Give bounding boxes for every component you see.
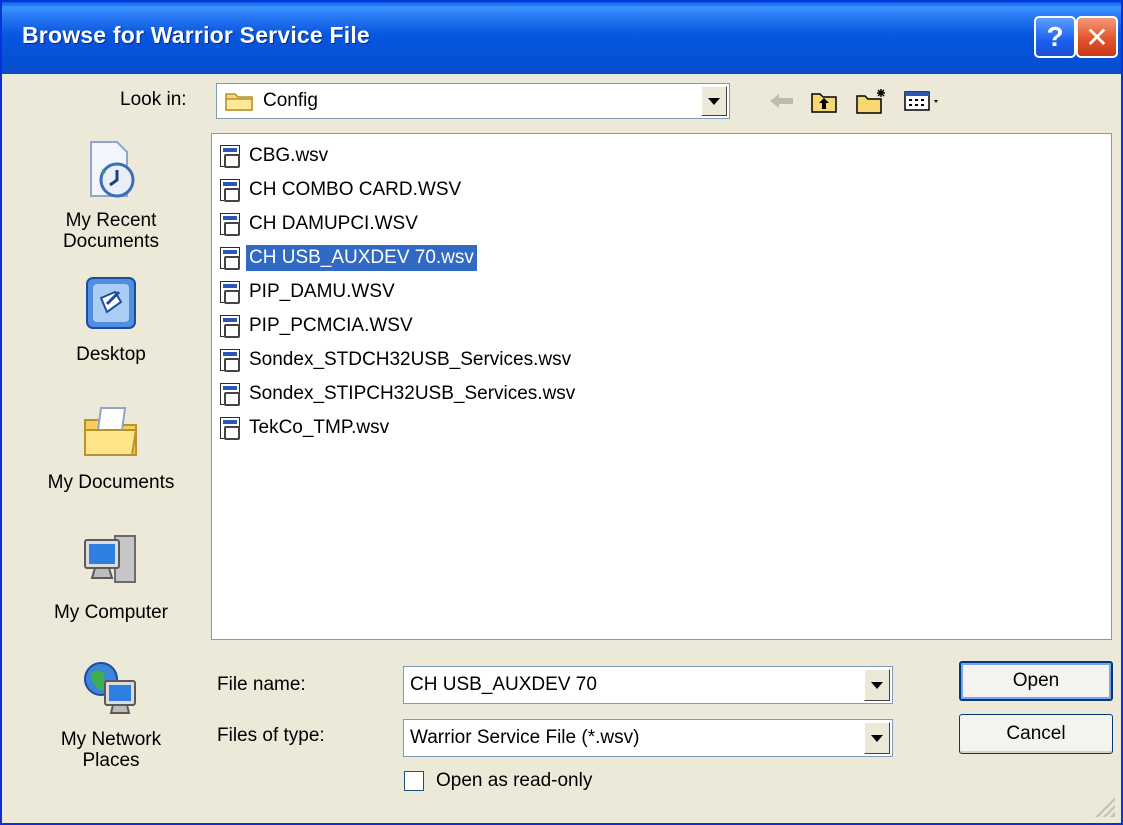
look-in-dropdown-arrow[interactable]	[701, 86, 727, 116]
read-only-label[interactable]: Open as read-only	[436, 770, 592, 792]
dialog-window: Browse for Warrior Service File ? ✕ Look…	[0, 0, 1123, 825]
desktop-label: Desktop	[76, 344, 146, 365]
close-button[interactable]: ✕	[1076, 16, 1118, 58]
file-name-dropdown-arrow[interactable]	[864, 669, 890, 701]
file-name: Sondex_STIPCH32USB_Services.wsv	[249, 383, 576, 404]
places-my-recent-documents[interactable]: My Recent Documents	[26, 138, 196, 254]
my-documents-label: My Documents	[47, 472, 175, 493]
places-my-computer[interactable]: My Computer	[26, 530, 196, 625]
file-icon	[220, 417, 240, 440]
file-name: Sondex_STDCH32USB_Services.wsv	[249, 349, 572, 370]
read-only-checkbox[interactable]	[404, 771, 424, 791]
window-title: Browse for Warrior Service File	[22, 22, 370, 48]
file-name-label: File name:	[217, 674, 306, 695]
files-of-type-dropdown-arrow[interactable]	[864, 722, 890, 754]
look-in-dropdown[interactable]: Config	[216, 83, 730, 119]
file-item[interactable]: Sondex_STDCH32USB_Services.wsv	[220, 344, 574, 376]
file-name: PIP_DAMU.WSV	[249, 281, 395, 302]
file-item-selected[interactable]: CH USB_AUXDEV 70.wsv	[220, 242, 477, 274]
file-name: TekCo_TMP.wsv	[249, 417, 390, 438]
cancel-button[interactable]: Cancel	[959, 714, 1113, 754]
title-bar[interactable]: Browse for Warrior Service File ? ✕	[2, 2, 1121, 74]
file-icon	[220, 349, 240, 372]
places-desktop[interactable]: Desktop	[26, 272, 196, 367]
file-name: CH DAMUPCI.WSV	[249, 213, 418, 234]
up-one-level-icon[interactable]	[807, 86, 841, 116]
file-icon	[220, 383, 240, 406]
look-in-value: Config	[225, 84, 318, 118]
file-item[interactable]: CBG.wsv	[220, 140, 331, 172]
look-in-text: Config	[263, 90, 318, 111]
file-name: CH COMBO CARD.WSV	[249, 179, 462, 200]
open-button[interactable]: Open	[959, 661, 1113, 701]
files-of-type-label: Files of type:	[217, 725, 325, 746]
my-computer-label: My Computer	[53, 602, 169, 623]
network-label-line2: Places	[82, 750, 140, 771]
new-folder-icon[interactable]	[852, 86, 892, 116]
file-item[interactable]: TekCo_TMP.wsv	[220, 412, 392, 444]
file-icon	[220, 179, 240, 202]
files-of-type-dropdown[interactable]: Warrior Service File (*.wsv)	[403, 719, 893, 757]
desktop-icon	[86, 277, 136, 329]
file-item[interactable]: PIP_PCMCIA.WSV	[220, 310, 416, 342]
file-item[interactable]: Sondex_STIPCH32USB_Services.wsv	[220, 378, 578, 410]
file-name-value: CH USB_AUXDEV 70	[410, 674, 597, 695]
places-my-documents[interactable]: My Documents	[26, 400, 196, 495]
file-name-input[interactable]: CH USB_AUXDEV 70	[403, 666, 893, 704]
folder-icon	[225, 93, 253, 111]
recent-label-line2: Documents	[62, 231, 160, 252]
places-my-network-places[interactable]: My Network Places	[26, 657, 196, 773]
back-icon[interactable]	[765, 86, 799, 116]
resize-grip[interactable]	[1093, 795, 1115, 817]
my-documents-icon	[84, 407, 138, 456]
help-button[interactable]: ?	[1034, 16, 1076, 58]
file-name: CBG.wsv	[249, 145, 329, 166]
file-icon	[220, 281, 240, 304]
file-icon	[220, 315, 240, 338]
view-menu-icon[interactable]	[900, 86, 946, 116]
file-item[interactable]: CH COMBO CARD.WSV	[220, 174, 464, 206]
file-icon	[220, 213, 240, 236]
file-item[interactable]: PIP_DAMU.WSV	[220, 276, 398, 308]
file-name: PIP_PCMCIA.WSV	[249, 315, 413, 336]
my-network-places-icon	[84, 662, 136, 714]
file-list[interactable]: CBG.wsv CH COMBO CARD.WSV CH DAMUPCI.WSV…	[211, 133, 1112, 640]
file-icon	[220, 145, 240, 168]
file-name: CH USB_AUXDEV 70.wsv	[246, 245, 477, 271]
my-recent-documents-icon	[90, 141, 135, 198]
files-of-type-value: Warrior Service File (*.wsv)	[410, 727, 640, 748]
file-icon	[220, 247, 240, 270]
my-computer-icon	[84, 535, 136, 583]
file-item[interactable]: CH DAMUPCI.WSV	[220, 208, 421, 240]
look-in-label: Look in:	[120, 89, 187, 110]
